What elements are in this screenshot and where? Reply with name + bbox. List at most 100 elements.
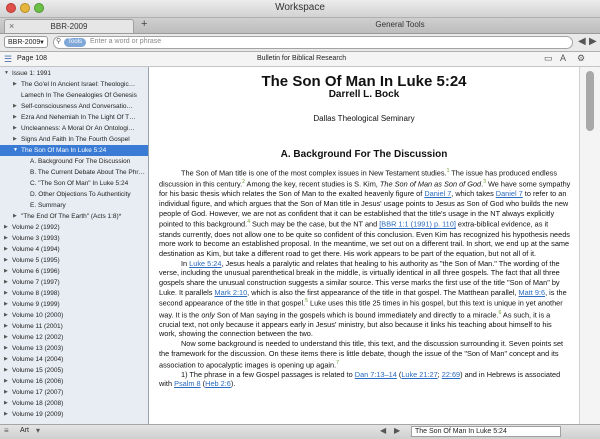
disclosure-closed-icon[interactable]: ▶	[13, 136, 17, 142]
disclosure-closed-icon[interactable]: ▶	[4, 345, 8, 351]
toc-item[interactable]: ▶ Volume 4 (1994)	[0, 244, 148, 255]
article-title: The Son Of Man In Luke 5:24	[261, 73, 467, 90]
toc-item[interactable]: ▶ Self-consciousness And Conversatio…	[0, 101, 148, 112]
disclosure-closed-icon[interactable]: ▶	[13, 213, 17, 219]
toc-item-label: Volume 18 (2008)	[12, 400, 64, 407]
toc-item[interactable]: ▶ Volume 7 (1997)	[0, 277, 148, 288]
toc-item[interactable]: B. The Current Debate About The Phr…	[0, 167, 148, 178]
toc-item[interactable]: ▶ Volume 17 (2007)	[0, 387, 148, 398]
toc-item[interactable]: ▶ Volume 16 (2006)	[0, 376, 148, 387]
reference-field[interactable]: The Son Of Man In Luke 5:24	[411, 426, 561, 437]
toc-item[interactable]: ▶ Volume 2 (1992)	[0, 222, 148, 233]
toc-item[interactable]: ▶ Volume 9 (1999)	[0, 299, 148, 310]
disclosure-closed-icon[interactable]: ▶	[4, 367, 8, 373]
tab-label: BBR-2009	[50, 22, 88, 31]
toc-item[interactable]: ▶ Volume 15 (2005)	[0, 365, 148, 376]
scripture-link[interactable]: Dan 7:13–14	[355, 370, 397, 379]
disclosure-closed-icon[interactable]: ▶	[4, 334, 8, 340]
toc-item[interactable]: ▶ Volume 18 (2008)	[0, 398, 148, 409]
disclosure-closed-icon[interactable]: ▶	[4, 312, 8, 318]
resource-select[interactable]: BBR-2009 ▼	[4, 36, 48, 48]
disclosure-closed-icon[interactable]: ▶	[4, 224, 8, 230]
disclosure-closed-icon[interactable]: ▶	[13, 114, 17, 120]
toc-item[interactable]: ▶ Volume 11 (2001)	[0, 321, 148, 332]
toc-item[interactable]: ▶ Volume 10 (2000)	[0, 310, 148, 321]
toc-item[interactable]: ▶ Volume 14 (2004)	[0, 354, 148, 365]
scroll-thumb[interactable]	[586, 71, 594, 131]
toc-item[interactable]: ▶ Volume 6 (1996)	[0, 266, 148, 277]
tab-bbr-2009[interactable]: × BBR-2009	[4, 19, 134, 33]
disclosure-open-icon[interactable]: ▼	[13, 147, 18, 153]
toc-item-label: Volume 16 (2006)	[12, 378, 64, 385]
disclosure-closed-icon[interactable]: ▶	[4, 235, 8, 241]
disclosure-closed-icon[interactable]: ▶	[4, 257, 8, 263]
toc-item[interactable]: ▶ Volume 19 (2009)	[0, 409, 148, 420]
toc-item[interactable]: ▼ The Son Of Man In Luke 5:24	[0, 145, 148, 156]
scripture-link[interactable]: Matt 9:6	[519, 288, 546, 297]
footnote-marker[interactable]: 7	[336, 360, 339, 366]
toc-item-label: Volume 8 (1998)	[12, 290, 60, 297]
disclosure-closed-icon[interactable]: ▶	[13, 103, 17, 109]
add-tab-button[interactable]: +	[141, 18, 147, 30]
disclosure-open-icon[interactable]: ▼	[4, 70, 9, 76]
forward-arrow-icon[interactable]: ▶	[589, 36, 597, 47]
art-icon[interactable]: ≡	[4, 426, 9, 435]
scripture-link[interactable]: 22:69	[442, 370, 460, 379]
toc-item-label: The Go'el In Ancient Israel: Theologic…	[21, 81, 136, 88]
list-icon[interactable]: ☰	[4, 54, 12, 65]
scripture-link[interactable]: Daniel 7	[496, 189, 523, 198]
scripture-link[interactable]: Mark 2:10	[215, 288, 248, 297]
search-input[interactable]: ⚲ Tools Enter a word or phrase	[53, 36, 573, 49]
gear-icon[interactable]: ⚙	[577, 53, 585, 64]
scripture-link[interactable]: Daniel 7	[424, 189, 451, 198]
disclosure-closed-icon[interactable]: ▶	[13, 81, 17, 87]
disclosure-closed-icon[interactable]: ▶	[4, 279, 8, 285]
toc-item[interactable]: D. Other Objections To Authenticity	[0, 189, 148, 200]
disclosure-closed-icon[interactable]: ▶	[4, 356, 8, 362]
scripture-link[interactable]: Luke 21:27	[401, 370, 437, 379]
body-text: The Son of Man title is one of the most …	[181, 168, 447, 178]
disclosure-closed-icon[interactable]: ▶	[4, 323, 8, 329]
tab-close-icon[interactable]: ×	[9, 20, 14, 33]
toc-item[interactable]: E. Summary	[0, 200, 148, 211]
toc-item[interactable]: ▶ "The End Of The Earth" (Acts 1:8)*	[0, 211, 148, 222]
disclosure-closed-icon[interactable]: ▶	[4, 389, 8, 395]
disclosure-closed-icon[interactable]: ▶	[13, 125, 17, 131]
disclosure-closed-icon[interactable]: ▶	[4, 246, 8, 252]
search-scope-pill[interactable]: Tools	[64, 38, 86, 47]
toc-item[interactable]: ▶ Signs And Faith In The Fourth Gospel	[0, 134, 148, 145]
back-arrow-icon[interactable]: ◀	[578, 36, 586, 47]
toc-item[interactable]: Lamech In The Genealogies Of Genesis	[0, 90, 148, 101]
scripture-link[interactable]: Luke 5:24	[189, 259, 221, 268]
toc-item[interactable]: ▶ Ezra And Nehemiah In The Light Of T…	[0, 112, 148, 123]
toc-item[interactable]: ▼ Issue 1: 1991	[0, 68, 148, 79]
next-section-icon[interactable]: ▶	[394, 426, 400, 435]
disclosure-closed-icon[interactable]: ▶	[4, 378, 8, 384]
text-size-icon[interactable]: A	[560, 53, 566, 63]
toc-item[interactable]: ▶ Volume 8 (1998)	[0, 288, 148, 299]
scripture-link[interactable]: Psalm 8	[174, 379, 201, 388]
body-text: ).	[230, 379, 236, 389]
disclosure-closed-icon[interactable]: ▶	[4, 301, 8, 307]
toc-item[interactable]: ▶ The Go'el In Ancient Israel: Theologic…	[0, 79, 148, 90]
toc-item-label: B. The Current Debate About The Phr…	[30, 169, 146, 176]
previous-section-icon[interactable]: ◀	[380, 426, 386, 435]
toc-item[interactable]: A. Background For The Discussion	[0, 156, 148, 167]
toc-item[interactable]: ▶ Uncleanness: A Moral Or An Ontologi…	[0, 123, 148, 134]
scripture-link[interactable]: Heb 2:6	[205, 379, 231, 388]
toc-item[interactable]: C. "The Son Of Man" In Luke 5:24	[0, 178, 148, 189]
toc-item-label: "The End Of The Earth" (Acts 1:8)*	[21, 213, 122, 220]
disclosure-closed-icon[interactable]: ▶	[4, 268, 8, 274]
chevron-down-icon[interactable]: ▾	[36, 426, 40, 435]
toc-item[interactable]: ▶ Volume 3 (1993)	[0, 233, 148, 244]
disclosure-closed-icon[interactable]: ▶	[4, 411, 8, 417]
disclosure-closed-icon[interactable]: ▶	[4, 290, 8, 296]
art-label[interactable]: Art	[20, 427, 29, 434]
scripture-link[interactable]: [BBR 1:1 (1991) p. 110]	[379, 220, 456, 229]
panel-icon[interactable]: ▭	[544, 53, 553, 64]
toc-item[interactable]: ▶ Volume 13 (2003)	[0, 343, 148, 354]
toc-item[interactable]: ▶ Volume 12 (2002)	[0, 332, 148, 343]
toc-item[interactable]: ▶ Volume 5 (1995)	[0, 255, 148, 266]
disclosure-closed-icon[interactable]: ▶	[4, 400, 8, 406]
vertical-scrollbar[interactable]	[579, 67, 600, 424]
